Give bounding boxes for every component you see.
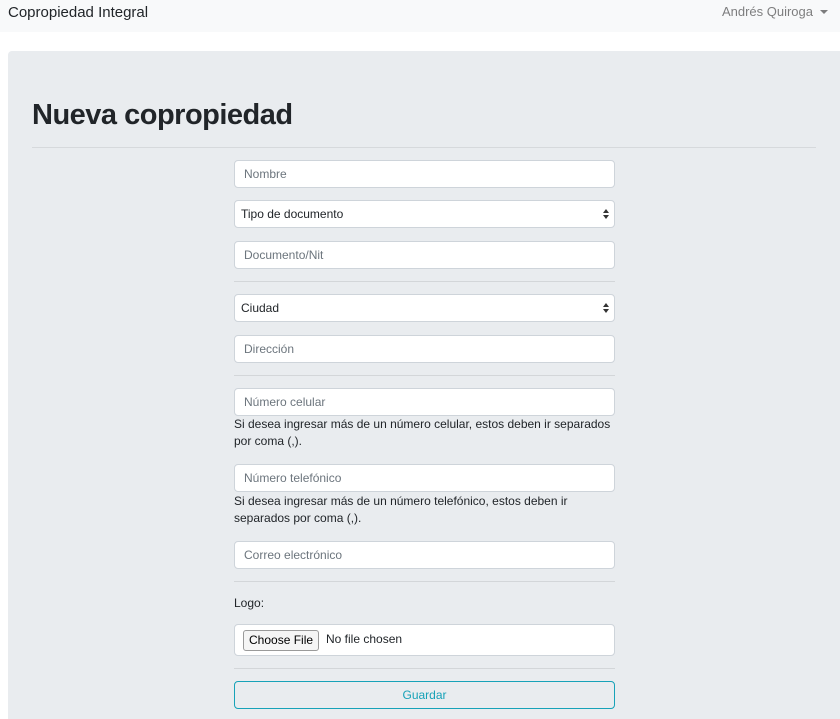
user-name: Andrés Quiroga: [721, 4, 813, 19]
tipo-documento-value: Tipo de documento: [241, 207, 344, 221]
select-arrows-icon: [603, 209, 609, 220]
nombre-input[interactable]: Nombre: [234, 160, 615, 188]
user-menu-dropdown[interactable]: Andrés Quiroga: [722, 4, 828, 19]
logo-file-input[interactable]: Choose File No file chosen: [234, 624, 615, 656]
select-arrows-icon: [603, 303, 609, 314]
navbar-brand[interactable]: Copropiedad Integral: [8, 4, 148, 21]
guardar-button[interactable]: Guardar: [234, 681, 615, 709]
celular-input[interactable]: Número celular: [234, 388, 615, 416]
navbar: Copropiedad Integral Andrés Quiroga: [0, 0, 840, 32]
telefono-input[interactable]: Número telefónico: [234, 464, 615, 492]
logo-label: Logo:: [234, 596, 265, 610]
direccion-input[interactable]: Dirección: [234, 335, 615, 363]
page-title: Nueva copropiedad: [32, 99, 293, 131]
celular-help-text: Si desea ingresar más de un número celul…: [234, 417, 611, 448]
caret-down-icon: [820, 10, 828, 14]
section-divider: [234, 581, 615, 582]
documento-input[interactable]: Documento/Nit: [234, 241, 615, 269]
file-status-text: No file chosen: [326, 632, 403, 646]
correo-input[interactable]: Correo electrónico: [234, 541, 615, 569]
tipo-documento-select[interactable]: Tipo de documento: [234, 200, 615, 228]
ciudad-value: Ciudad: [241, 301, 280, 315]
ciudad-select[interactable]: Ciudad: [234, 294, 615, 322]
title-divider: [32, 147, 816, 148]
section-divider: [234, 375, 615, 376]
choose-file-button[interactable]: Choose File: [243, 630, 320, 651]
jumbotron: [8, 51, 840, 719]
section-divider: [234, 281, 615, 282]
telefono-help-text: Si desea ingresar más de un número telef…: [234, 494, 568, 525]
section-divider: [234, 668, 615, 669]
